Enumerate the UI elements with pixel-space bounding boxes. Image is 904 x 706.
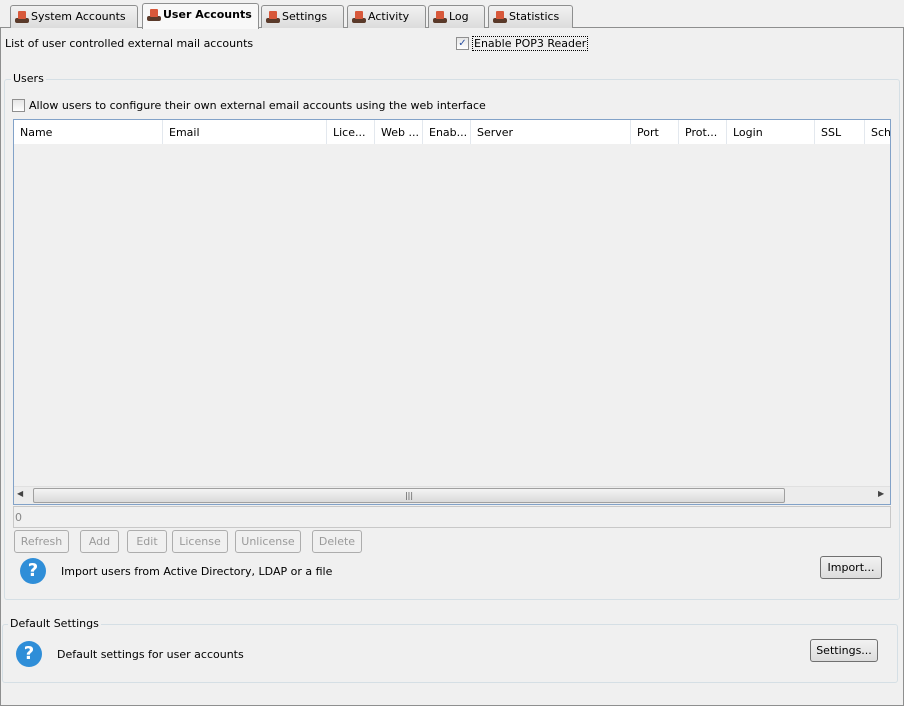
help-icon: ? <box>20 558 46 584</box>
allow-web-checkbox[interactable]: Allow users to configure their own exter… <box>12 99 486 112</box>
count-status: 0 <box>13 506 891 528</box>
column-server[interactable]: Server <box>471 120 631 144</box>
page-description: List of user controlled external mail ac… <box>5 37 254 50</box>
account-icon <box>147 9 161 21</box>
column-protocol[interactable]: Prot... <box>679 120 727 144</box>
users-legend: Users <box>11 72 46 85</box>
tab-log[interactable]: Log <box>428 5 485 28</box>
tab-activity[interactable]: Activity <box>347 5 426 28</box>
enable-pop3-checkbox[interactable]: ✓ Enable POP3 Reader <box>456 36 589 51</box>
account-icon <box>352 11 366 23</box>
users-table[interactable]: Name Email Lice... Web ... Enab... Serve… <box>13 119 891 505</box>
column-web[interactable]: Web ... <box>375 120 423 144</box>
column-port[interactable]: Port <box>631 120 679 144</box>
settings-button[interactable]: Settings... <box>810 639 878 662</box>
checkmark-icon: ✓ <box>456 37 469 50</box>
scroll-left-icon[interactable]: ◀ <box>17 489 23 498</box>
delete-button[interactable]: Delete <box>312 530 362 553</box>
account-icon <box>15 11 29 23</box>
column-name[interactable]: Name <box>14 120 163 144</box>
add-button[interactable]: Add <box>80 530 119 553</box>
tab-system-accounts[interactable]: System Accounts <box>10 5 138 28</box>
import-description: Import users from Active Directory, LDAP… <box>61 565 333 578</box>
scroll-right-icon[interactable]: ▶ <box>878 489 884 498</box>
column-licensed[interactable]: Lice... <box>327 120 375 144</box>
scroll-thumb[interactable]: ||| <box>33 488 785 503</box>
tab-settings[interactable]: Settings <box>261 5 344 28</box>
account-icon <box>433 11 447 23</box>
column-ssl[interactable]: SSL <box>815 120 865 144</box>
default-settings-description: Default settings for user accounts <box>57 648 244 661</box>
column-enabled[interactable]: Enab... <box>423 120 471 144</box>
column-login[interactable]: Login <box>727 120 815 144</box>
checkbox-box <box>12 99 25 112</box>
help-icon: ? <box>16 641 42 667</box>
horizontal-scrollbar[interactable]: ◀ ||| ▶ <box>14 486 890 504</box>
license-button[interactable]: License <box>172 530 228 553</box>
import-button[interactable]: Import... <box>820 556 882 579</box>
refresh-button[interactable]: Refresh <box>14 530 69 553</box>
column-email[interactable]: Email <box>163 120 327 144</box>
unlicense-button[interactable]: Unlicense <box>235 530 301 553</box>
account-icon <box>493 11 507 23</box>
column-schedule[interactable]: Sch <box>865 120 890 144</box>
tab-user-accounts[interactable]: User Accounts <box>142 3 259 29</box>
edit-button[interactable]: Edit <box>127 530 167 553</box>
default-settings-legend: Default Settings <box>8 617 101 630</box>
tab-statistics[interactable]: Statistics <box>488 5 573 28</box>
account-icon <box>266 11 280 23</box>
